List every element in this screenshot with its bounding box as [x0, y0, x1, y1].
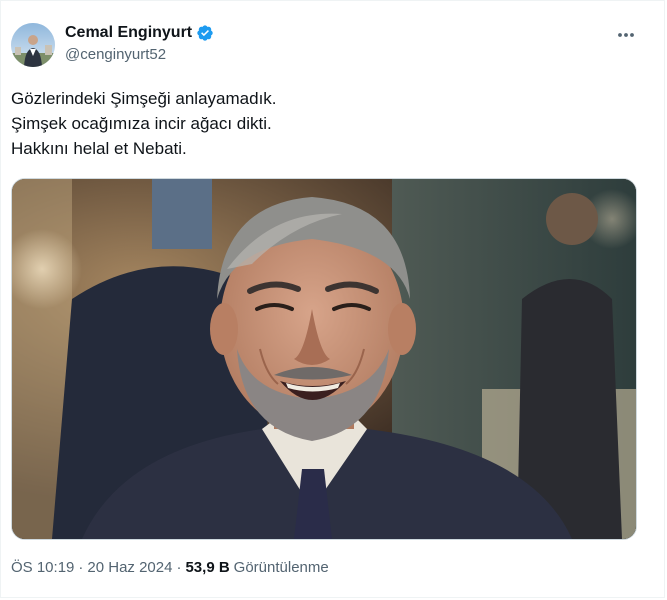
tweet-text: Gözlerindeki Şimşeği anlayamadık. Şimşek… — [11, 86, 277, 161]
meta-separator: · — [176, 559, 182, 576]
tweet-text-line: Şimşek ocağımıza incir ağacı dikti. — [11, 114, 272, 133]
author-handle[interactable]: @cenginyurt52 — [65, 45, 166, 65]
tweet-time[interactable]: ÖS 10:19 — [11, 558, 74, 578]
author-avatar[interactable] — [11, 23, 55, 67]
tweet-date[interactable]: 20 Haz 2024 — [87, 558, 172, 578]
tweet-photo[interactable] — [11, 178, 637, 540]
more-horizontal-icon[interactable] — [614, 25, 638, 45]
author-name-row[interactable]: Cemal Enginyurt — [65, 23, 214, 43]
meta-separator: · — [78, 559, 84, 576]
tweet-text-line: Gözlerindeki Şimşeği anlayamadık. — [11, 89, 277, 108]
tweet-meta: ÖS 10:19 · 20 Haz 2024 · 53,9 B Görüntül… — [11, 558, 329, 578]
tweet-text-line: Hakkını helal et Nebati. — [11, 139, 187, 158]
verified-badge-icon — [196, 24, 214, 42]
views-label: Görüntülenme — [233, 559, 329, 576]
tweet-card: Cemal Enginyurt @cenginyurt52 Gözlerinde… — [0, 0, 665, 598]
views-count: 53,9 B — [185, 559, 230, 576]
author-display-name[interactable]: Cemal Enginyurt — [65, 23, 192, 43]
